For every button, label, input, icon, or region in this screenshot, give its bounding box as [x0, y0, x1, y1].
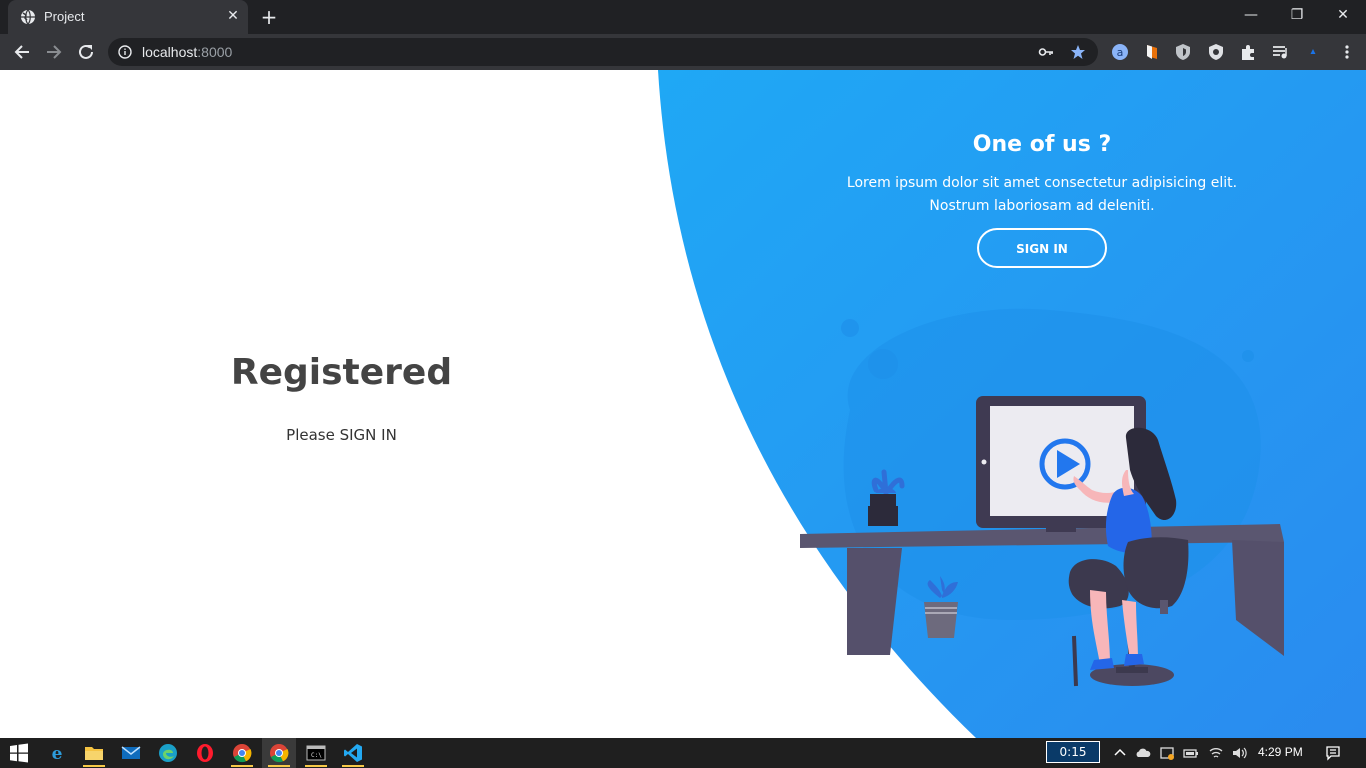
- svg-text:e: e: [52, 744, 63, 763]
- windows-taskbar: e C:\ 0:15 4:29 PM: [0, 738, 1366, 768]
- chrome-underline-1: [231, 765, 253, 767]
- browser-toolbar: localhost:8000 a: [0, 34, 1366, 70]
- page-viewport: Registered Please SIGN IN One of us ? Lo…: [0, 70, 1366, 738]
- url-port: :8000: [197, 44, 233, 60]
- description-line-2: Nostrum laboriosam ad deleniti.: [929, 198, 1155, 214]
- url-text: localhost:8000: [142, 44, 232, 60]
- browser-tab[interactable]: Project ✕: [8, 0, 248, 34]
- wifi-icon[interactable]: [1208, 745, 1224, 761]
- notifications-icon[interactable]: [1325, 745, 1341, 761]
- opera-icon[interactable]: [195, 743, 215, 763]
- mail-icon[interactable]: [121, 743, 141, 763]
- site-info-icon[interactable]: [118, 45, 132, 59]
- new-tab-button[interactable]: +: [258, 6, 280, 28]
- svg-text:C:\: C:\: [311, 752, 322, 759]
- edge-icon[interactable]: [158, 743, 178, 763]
- system-clock[interactable]: 4:29 PM: [1258, 745, 1303, 759]
- svg-text:a: a: [1117, 46, 1124, 59]
- file-explorer-icon[interactable]: [84, 743, 104, 763]
- extension-shield2-icon[interactable]: [1207, 43, 1225, 61]
- sign-in-button[interactable]: SIGN IN: [977, 228, 1107, 268]
- reload-icon[interactable]: [75, 41, 97, 63]
- volume-icon[interactable]: [1231, 745, 1247, 761]
- media-queue-icon[interactable]: [1271, 43, 1289, 61]
- chevron-up-icon[interactable]: [1112, 745, 1128, 761]
- address-bar[interactable]: localhost:8000: [108, 38, 1098, 66]
- key-icon[interactable]: [1038, 44, 1054, 60]
- url-host: localhost: [142, 44, 198, 60]
- chrome-icon[interactable]: [269, 743, 289, 763]
- edge-legacy-icon[interactable]: e: [47, 743, 67, 763]
- start-icon[interactable]: [9, 743, 29, 763]
- forward-icon[interactable]: [43, 41, 65, 63]
- description-line-1: Lorem ipsum dolor sit amet consectetur a…: [846, 175, 1238, 191]
- browser-titlebar: Project ✕ + — ❐ ✕: [0, 0, 1366, 34]
- terminal-icon[interactable]: C:\: [306, 743, 326, 763]
- timer-widget[interactable]: 0:15: [1046, 741, 1100, 763]
- right-panel-description: Lorem ipsum dolor sit amet consectetur a…: [800, 172, 1284, 218]
- extensions-puzzle-icon[interactable]: [1239, 43, 1257, 61]
- battery-icon[interactable]: [1183, 745, 1199, 761]
- extension-a-icon[interactable]: a: [1111, 43, 1129, 61]
- close-window-button[interactable]: ✕: [1320, 0, 1366, 30]
- minimize-button[interactable]: —: [1228, 0, 1274, 30]
- woman-at-desk-illustration: [800, 308, 1284, 687]
- bookmark-star-icon[interactable]: [1070, 44, 1086, 60]
- left-panel: Registered Please SIGN IN: [0, 70, 683, 738]
- registered-heading: Registered: [230, 352, 453, 393]
- menu-kebab-icon[interactable]: [1338, 43, 1356, 61]
- globe-icon: [21, 9, 35, 25]
- chrome-underline-2: [268, 765, 290, 767]
- one-of-us-heading: One of us ?: [972, 132, 1112, 157]
- vscode-icon[interactable]: [343, 743, 363, 763]
- file-explorer-active-indicator: [83, 765, 105, 767]
- please-sign-in-text: Please SIGN IN: [286, 426, 397, 444]
- chrome-icon[interactable]: [232, 743, 252, 763]
- back-icon[interactable]: [11, 41, 33, 63]
- vscode-underline: [342, 765, 364, 767]
- terminal-underline: [305, 765, 327, 767]
- tab-title: Project: [44, 9, 85, 24]
- extension-shield-icon[interactable]: [1174, 43, 1192, 61]
- extension-flag-icon[interactable]: [1143, 43, 1161, 61]
- onedrive-cloud-icon[interactable]: [1135, 745, 1151, 761]
- security-icon[interactable]: [1159, 745, 1175, 761]
- profile-avatar-icon[interactable]: [1304, 43, 1322, 61]
- tab-close-button[interactable]: ✕: [224, 7, 242, 25]
- restore-button[interactable]: ❐: [1274, 0, 1320, 30]
